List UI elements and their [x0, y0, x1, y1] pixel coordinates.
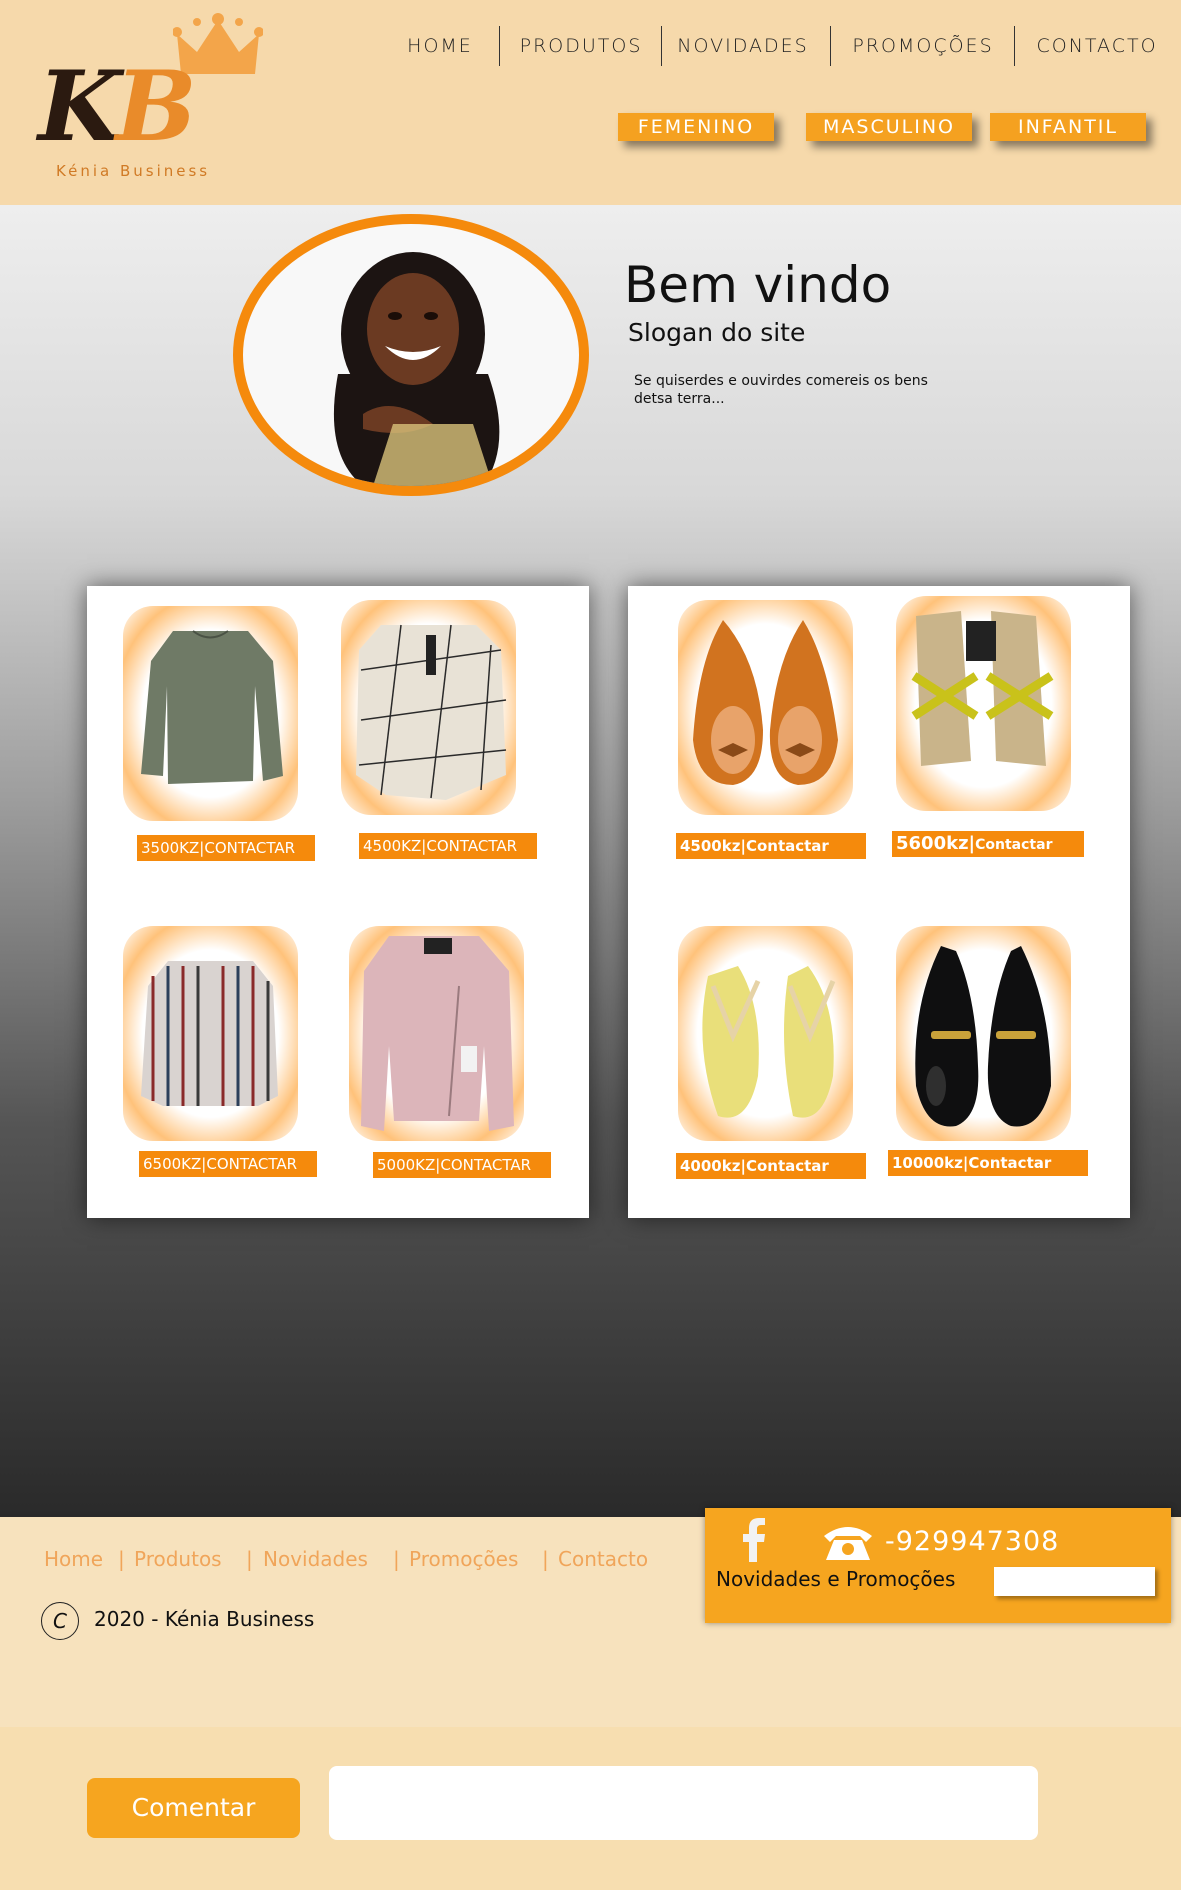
price-value: 5000KZ — [377, 1156, 436, 1174]
price-tag[interactable]: 5000KZ|CONTACTAR — [373, 1152, 551, 1178]
price-tag[interactable]: 10000kz|Contactar — [888, 1150, 1088, 1176]
telephone-icon — [824, 1527, 872, 1560]
price-tag[interactable]: 3500KZ|CONTACTAR — [137, 835, 315, 861]
hero-title: Bem vindo — [624, 256, 892, 314]
price-value: 10000kz — [892, 1154, 963, 1172]
contact-link[interactable]: CONTACTAR — [204, 839, 295, 857]
facebook-icon[interactable] — [742, 1518, 766, 1562]
price-tag[interactable]: 6500KZ|CONTACTAR — [139, 1151, 317, 1177]
price-value: 4500KZ — [363, 837, 422, 855]
footer-link-novidades[interactable]: Novidades — [263, 1547, 368, 1571]
footer-divider: | — [542, 1547, 549, 1571]
footer-divider: | — [246, 1547, 253, 1571]
logo-subtitle: Kénia Business — [56, 162, 211, 180]
footer-link-home[interactable]: Home — [44, 1547, 103, 1571]
striped-blouse-image — [141, 961, 278, 1106]
price-value: 4000kz — [680, 1157, 741, 1175]
contact-link[interactable]: Contactar — [746, 1157, 829, 1175]
phone-number[interactable]: -929947308 — [885, 1526, 1059, 1557]
category-masculino-button[interactable]: MASCULINO — [806, 113, 972, 141]
hero-slogan: Slogan do site — [628, 318, 806, 347]
product-black-loafers[interactable] — [896, 926, 1071, 1141]
contact-link[interactable]: Contactar — [968, 1154, 1051, 1172]
newsletter-input[interactable] — [994, 1567, 1155, 1596]
copyright-text: 2020 - Kénia Business — [94, 1607, 315, 1631]
pink-jacket-image — [361, 936, 514, 1131]
footer-link-produtos[interactable]: Produtos — [134, 1547, 222, 1571]
footer-divider: | — [393, 1547, 400, 1571]
product-orange-flats[interactable] — [678, 600, 853, 815]
category-infantil-button[interactable]: INFANTIL — [990, 113, 1146, 141]
comment-input[interactable] — [329, 1766, 1038, 1840]
nav-divider — [1014, 26, 1015, 66]
footer-link-promocoes[interactable]: Promoções — [409, 1547, 518, 1571]
price-tag[interactable]: 4500KZ|CONTACTAR — [359, 833, 537, 859]
price-tag[interactable]: 5600kz|Contactar — [892, 831, 1084, 857]
price-value: 5600kz — [896, 833, 969, 854]
price-value: 3500KZ — [141, 839, 200, 857]
hero-quote: Se quiserdes e ouvirdes comereis os bens… — [634, 373, 928, 407]
contact-link[interactable]: CONTACTAR — [426, 837, 517, 855]
nav-contacto[interactable]: CONTACTO — [1022, 28, 1172, 64]
product-striped-blouse[interactable] — [123, 926, 298, 1141]
shoes-card: 4500kz|Contactar 5600kz|Contactar 4000kz… — [628, 586, 1130, 1218]
clothes-card: 3500KZ|CONTACTAR 4500KZ|CONTACTAR 6500KZ… — [87, 586, 589, 1218]
price-tag[interactable]: 4000kz|Contactar — [676, 1153, 866, 1179]
nav-promocoes[interactable]: PROMOÇÕES — [842, 28, 1004, 64]
orange-flats-image — [693, 620, 838, 785]
footer-link-contacto[interactable]: Contacto — [558, 1547, 648, 1571]
contact-link[interactable]: CONTACTAR — [206, 1155, 297, 1173]
nav-divider — [661, 26, 662, 66]
product-green-blouse[interactable] — [123, 606, 298, 821]
newsletter-label: Novidades e Promoções — [716, 1567, 956, 1591]
contact-link[interactable]: Contactar — [975, 837, 1052, 853]
nav-home[interactable]: HOME — [392, 28, 488, 64]
nav-divider — [499, 26, 500, 66]
flip-flops-image — [702, 966, 836, 1118]
price-tag[interactable]: 4500kz|Contactar — [676, 833, 866, 859]
yellow-sandals-image — [911, 611, 1054, 766]
copyright-icon: C — [41, 1602, 79, 1640]
product-yellow-sandals[interactable] — [896, 596, 1071, 811]
profile-photo — [233, 214, 589, 496]
logo[interactable]: KB Kénia Business — [28, 12, 263, 182]
product-pink-jacket[interactable] — [349, 926, 524, 1141]
green-blouse-image — [141, 630, 283, 784]
footer-divider: | — [118, 1547, 125, 1571]
category-femenino-button[interactable]: FEMENINO — [618, 113, 774, 141]
product-checkered-blouse[interactable] — [341, 600, 516, 815]
comment-button[interactable]: Comentar — [87, 1778, 300, 1838]
price-value: 4500kz — [680, 837, 741, 855]
nav-divider — [830, 26, 831, 66]
checkered-blouse-image — [356, 624, 507, 800]
contact-link[interactable]: Contactar — [746, 837, 829, 855]
price-value: 6500KZ — [143, 1155, 202, 1173]
nav-produtos[interactable]: PRODUTOS — [506, 28, 656, 64]
nav-novidades[interactable]: NOVIDADES — [667, 28, 819, 64]
product-flip-flops[interactable] — [678, 926, 853, 1141]
contact-link[interactable]: CONTACTAR — [440, 1156, 531, 1174]
black-loafers-image — [915, 946, 1051, 1127]
logo-letters: KB — [38, 50, 197, 163]
